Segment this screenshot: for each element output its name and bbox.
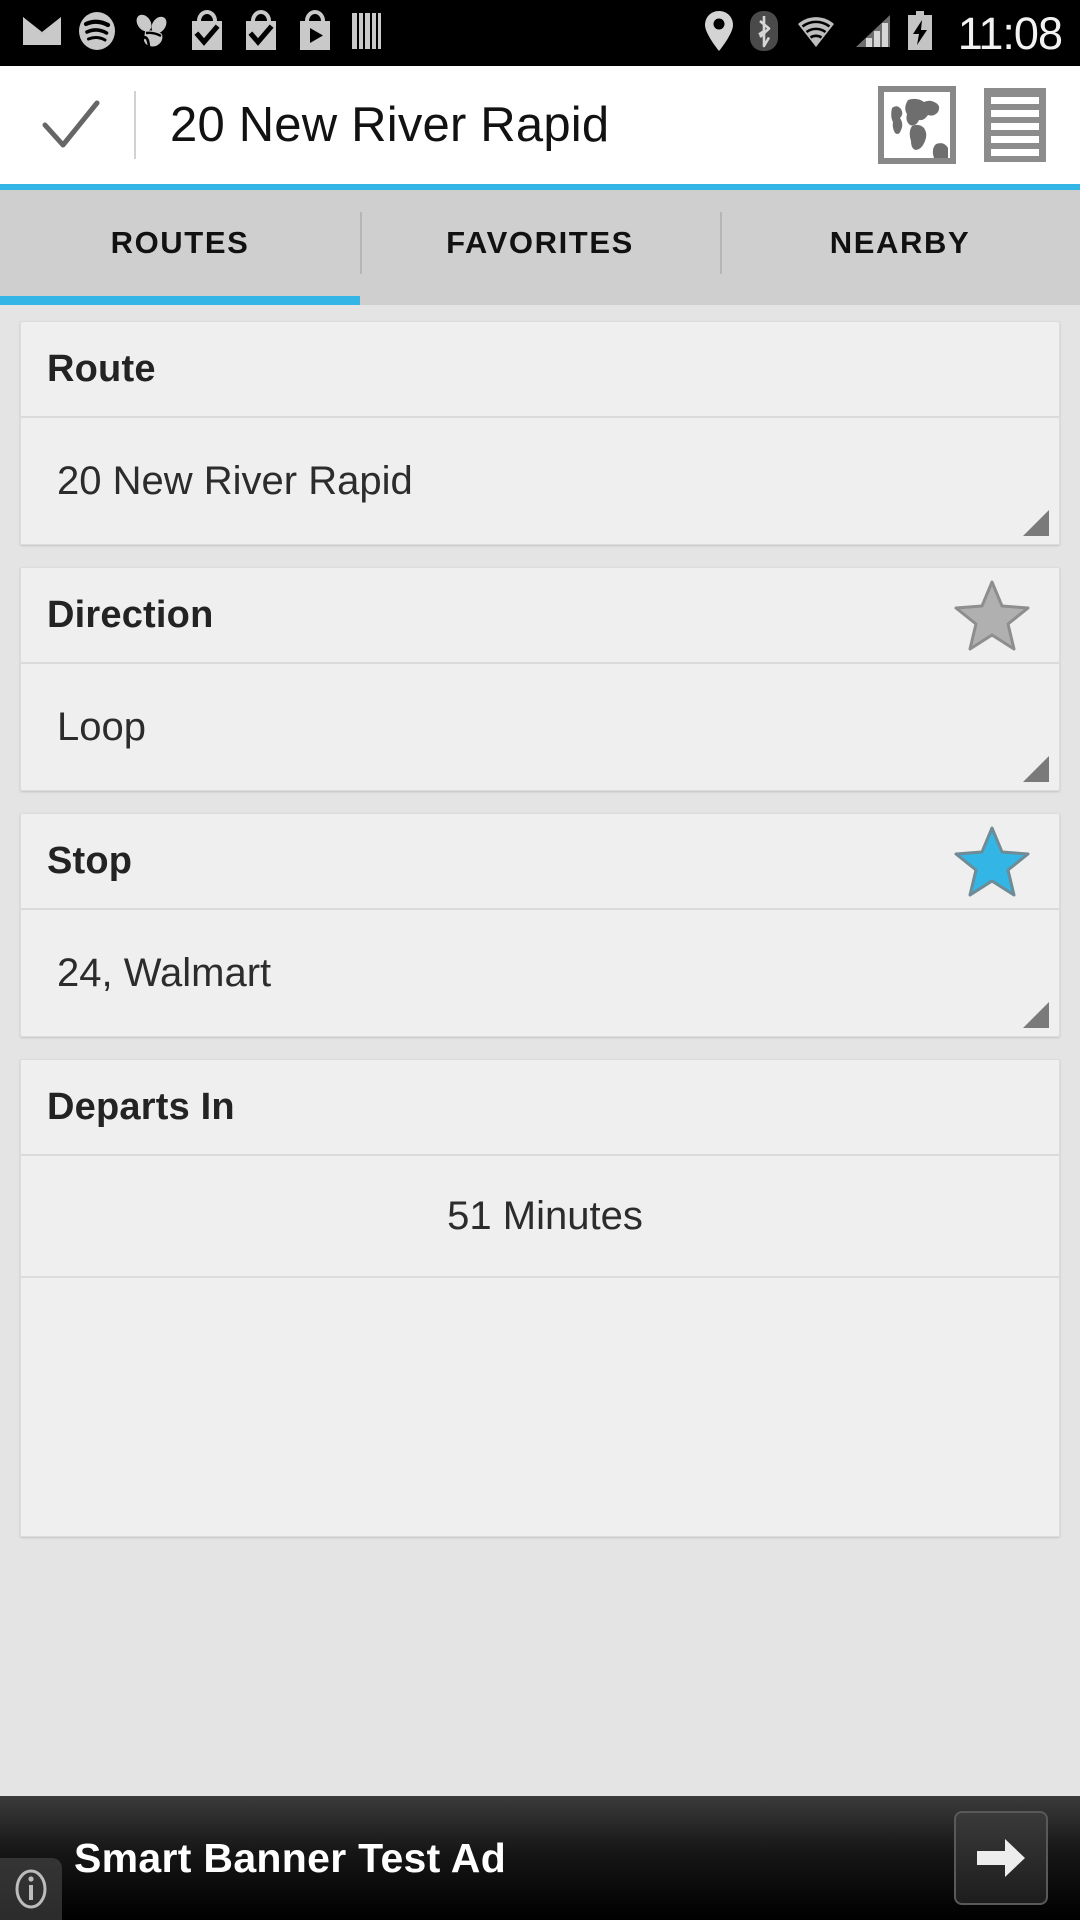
stop-card: Stop 24, Walmart — [20, 813, 1060, 1037]
barcode-icon — [350, 11, 382, 56]
direction-card: Direction Loop — [20, 567, 1060, 791]
stop-value: 24, Walmart — [57, 950, 272, 995]
tab-favorites-label: FAVORITES — [446, 225, 634, 260]
email-icon — [22, 15, 62, 52]
shopping-bag-check-icon — [188, 9, 226, 57]
list-icon[interactable] — [982, 86, 1048, 164]
departs-in-card: Departs In 51 Minutes — [20, 1059, 1060, 1537]
tab-indicator-track — [0, 296, 1080, 305]
direction-card-header: Direction — [21, 568, 1059, 664]
shopping-bag-check-icon-2 — [242, 9, 280, 57]
spinner-triangle-icon — [1023, 756, 1049, 782]
departs-in-value: 51 Minutes — [447, 1193, 643, 1238]
tab-nearby[interactable]: NEARBY — [720, 190, 1080, 296]
ad-arrow-button[interactable] — [954, 1811, 1048, 1905]
direction-spinner[interactable]: Loop — [21, 664, 1059, 790]
app-bar-divider — [134, 91, 136, 159]
departs-in-empty-area — [21, 1276, 1059, 1536]
bluetooth-icon — [748, 10, 780, 57]
departs-in-header: Departs In — [21, 1060, 1059, 1156]
route-value: 20 New River Rapid — [57, 458, 413, 503]
battery-charging-icon — [906, 10, 934, 56]
route-card-header: Route — [21, 322, 1059, 418]
status-bar-clock: 11:08 — [957, 7, 1063, 59]
departs-in-value-row: 51 Minutes — [21, 1156, 1059, 1276]
status-bar: 11:08 — [0, 0, 1080, 66]
status-bar-system-icons: 11:08 — [704, 7, 1063, 59]
spinner-triangle-icon — [1023, 1002, 1049, 1028]
app-bar: 20 New River Rapid — [0, 66, 1080, 184]
stop-card-header: Stop — [21, 814, 1059, 910]
cellular-signal-icon — [852, 13, 892, 54]
play-store-icon — [296, 9, 334, 57]
tab-bar: ROUTES FAVORITES NEARBY — [0, 190, 1080, 296]
main-content: Route 20 New River Rapid Direction Loop — [0, 305, 1080, 1796]
status-bar-notification-icons — [22, 9, 382, 57]
page-title: 20 New River Rapid — [170, 98, 610, 152]
stop-spinner[interactable]: 24, Walmart — [21, 910, 1059, 1036]
tab-routes-label: ROUTES — [110, 225, 250, 260]
location-pin-icon — [704, 10, 734, 57]
tab-favorites[interactable]: FAVORITES — [360, 190, 720, 296]
stop-favorite-star-icon[interactable] — [953, 824, 1031, 898]
wifi-icon — [794, 13, 838, 54]
ad-banner-text: Smart Banner Test Ad — [74, 1834, 507, 1881]
route-card-label: Route — [47, 347, 156, 390]
stop-card-label: Stop — [47, 839, 133, 882]
spotify-icon — [78, 11, 116, 56]
departs-in-label: Departs In — [47, 1085, 235, 1128]
direction-favorite-star-icon[interactable] — [953, 578, 1031, 652]
tab-routes[interactable]: ROUTES — [0, 190, 360, 296]
direction-value: Loop — [57, 704, 146, 749]
route-spinner[interactable]: 20 New River Rapid — [21, 418, 1059, 544]
ad-info-icon[interactable] — [0, 1858, 62, 1920]
world-map-icon[interactable] — [878, 86, 956, 164]
app-screen: 11:08 20 New River Rapid ROUTES FAVORITE… — [0, 0, 1080, 1920]
tab-nearby-label: NEARBY — [829, 225, 971, 260]
ad-banner[interactable]: Smart Banner Test Ad — [0, 1796, 1080, 1920]
check-icon[interactable] — [36, 97, 106, 153]
tab-active-indicator — [0, 296, 360, 305]
spinner-triangle-icon — [1023, 510, 1049, 536]
route-card: Route 20 New River Rapid — [20, 321, 1060, 545]
swarm-icon — [132, 11, 172, 56]
direction-card-label: Direction — [47, 593, 214, 636]
